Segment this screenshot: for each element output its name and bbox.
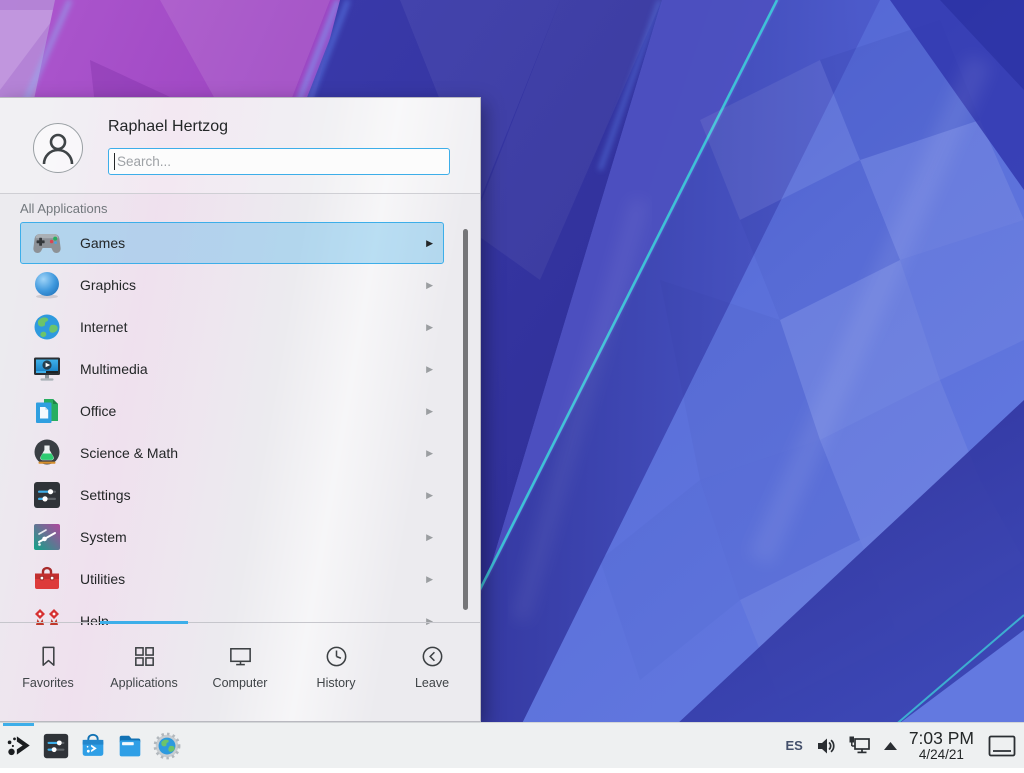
submenu-arrow-icon: ▶ [426, 490, 433, 501]
application-category-list: Games ▶ Graphics ▶ Internet ▶ [0, 222, 480, 625]
computer-icon [227, 643, 254, 670]
menu-item-settings[interactable]: Settings ▶ [20, 474, 444, 516]
submenu-arrow-icon: ▶ [426, 448, 433, 459]
menu-item-multimedia[interactable]: Multimedia ▶ [20, 348, 444, 390]
documents-icon [31, 395, 63, 427]
submenu-arrow-icon: ▶ [426, 364, 433, 375]
system-settings-button[interactable] [37, 723, 74, 768]
discover-button[interactable] [74, 723, 111, 768]
tab-label: Computer [213, 676, 268, 690]
show-desktop-widget[interactable] [988, 735, 1016, 757]
tab-leave[interactable]: Leave [384, 623, 480, 709]
monitor-play-icon [31, 353, 63, 385]
flask-icon [31, 437, 63, 469]
kde-launcher-icon [4, 731, 34, 761]
blue-sphere-icon [31, 269, 63, 301]
search-input[interactable] [115, 150, 439, 173]
clock-date: 4/24/21 [909, 748, 974, 762]
menu-item-label: Internet [80, 319, 127, 335]
menu-item-utilities[interactable]: Utilities ▶ [20, 558, 444, 600]
menu-item-office[interactable]: Office ▶ [20, 390, 444, 432]
konqueror-browser-button[interactable] [148, 723, 185, 768]
submenu-arrow-icon: ▶ [426, 532, 433, 543]
tab-label: Leave [415, 676, 449, 690]
sliders-icon [31, 479, 63, 511]
menu-item-label: Multimedia [80, 361, 148, 377]
user-avatar-icon[interactable] [33, 123, 83, 173]
folder-icon [115, 731, 145, 761]
keyboard-layout-indicator[interactable]: ES [785, 738, 802, 753]
network-icon[interactable] [848, 734, 872, 758]
tab-label: Favorites [22, 676, 73, 690]
dolphin-file-manager-button[interactable] [111, 723, 148, 768]
clock-icon [323, 643, 350, 670]
toolbox-icon [31, 563, 63, 595]
expand-tray-caret-icon[interactable] [883, 741, 898, 751]
tab-label: Applications [110, 676, 177, 690]
leave-icon [419, 643, 446, 670]
menu-item-label: System [80, 529, 127, 545]
submenu-arrow-icon: ▶ [426, 406, 433, 417]
system-sliders-icon [31, 521, 63, 553]
tab-history[interactable]: History [288, 623, 384, 709]
tab-computer[interactable]: Computer [192, 623, 288, 709]
submenu-arrow-icon: ▶ [426, 574, 433, 585]
search-box [108, 148, 450, 175]
taskbar-panel: ES 7:03 PM 4/24/21 [0, 722, 1024, 768]
globe-icon [31, 311, 63, 343]
launcher-header: Raphael Hertzog [0, 98, 480, 194]
menu-item-label: Settings [80, 487, 131, 503]
discover-icon [78, 731, 108, 761]
list-scrollbar[interactable] [463, 229, 468, 610]
tab-applications[interactable]: Applications [96, 623, 192, 709]
volume-icon[interactable] [815, 735, 837, 757]
menu-item-games[interactable]: Games ▶ [20, 222, 444, 264]
gamepad-icon [31, 227, 63, 259]
menu-item-science-math[interactable]: Science & Math ▶ [20, 432, 444, 474]
submenu-arrow-icon: ▶ [426, 280, 433, 291]
grid-icon [131, 643, 158, 670]
menu-item-label: Utilities [80, 571, 125, 587]
clock-time: 7:03 PM [909, 729, 974, 747]
menu-item-graphics[interactable]: Graphics ▶ [20, 264, 444, 306]
submenu-arrow-icon: ▶ [426, 322, 433, 333]
user-name: Raphael Hertzog [108, 118, 228, 136]
submenu-arrow-icon: ▶ [426, 238, 433, 249]
menu-item-label: Office [80, 403, 116, 419]
system-tray: ES 7:03 PM 4/24/21 [785, 723, 1024, 768]
menu-item-label: Graphics [80, 277, 136, 293]
application-launcher-button[interactable] [0, 723, 37, 768]
application-launcher-menu: Raphael Hertzog All Applications Games ▶ [0, 97, 481, 722]
launcher-tab-bar: Favorites Applications Computer [0, 622, 480, 709]
menu-item-label: Games [80, 235, 125, 251]
menu-item-internet[interactable]: Internet ▶ [20, 306, 444, 348]
tab-favorites[interactable]: Favorites [0, 623, 96, 709]
menu-item-label: Science & Math [80, 445, 178, 461]
konqueror-globe-icon [152, 731, 182, 761]
section-label: All Applications [20, 201, 107, 216]
tab-label: History [317, 676, 356, 690]
system-settings-icon [41, 731, 71, 761]
digital-clock[interactable]: 7:03 PM 4/24/21 [909, 729, 974, 762]
bookmark-icon [35, 643, 62, 670]
menu-item-system[interactable]: System ▶ [20, 516, 444, 558]
